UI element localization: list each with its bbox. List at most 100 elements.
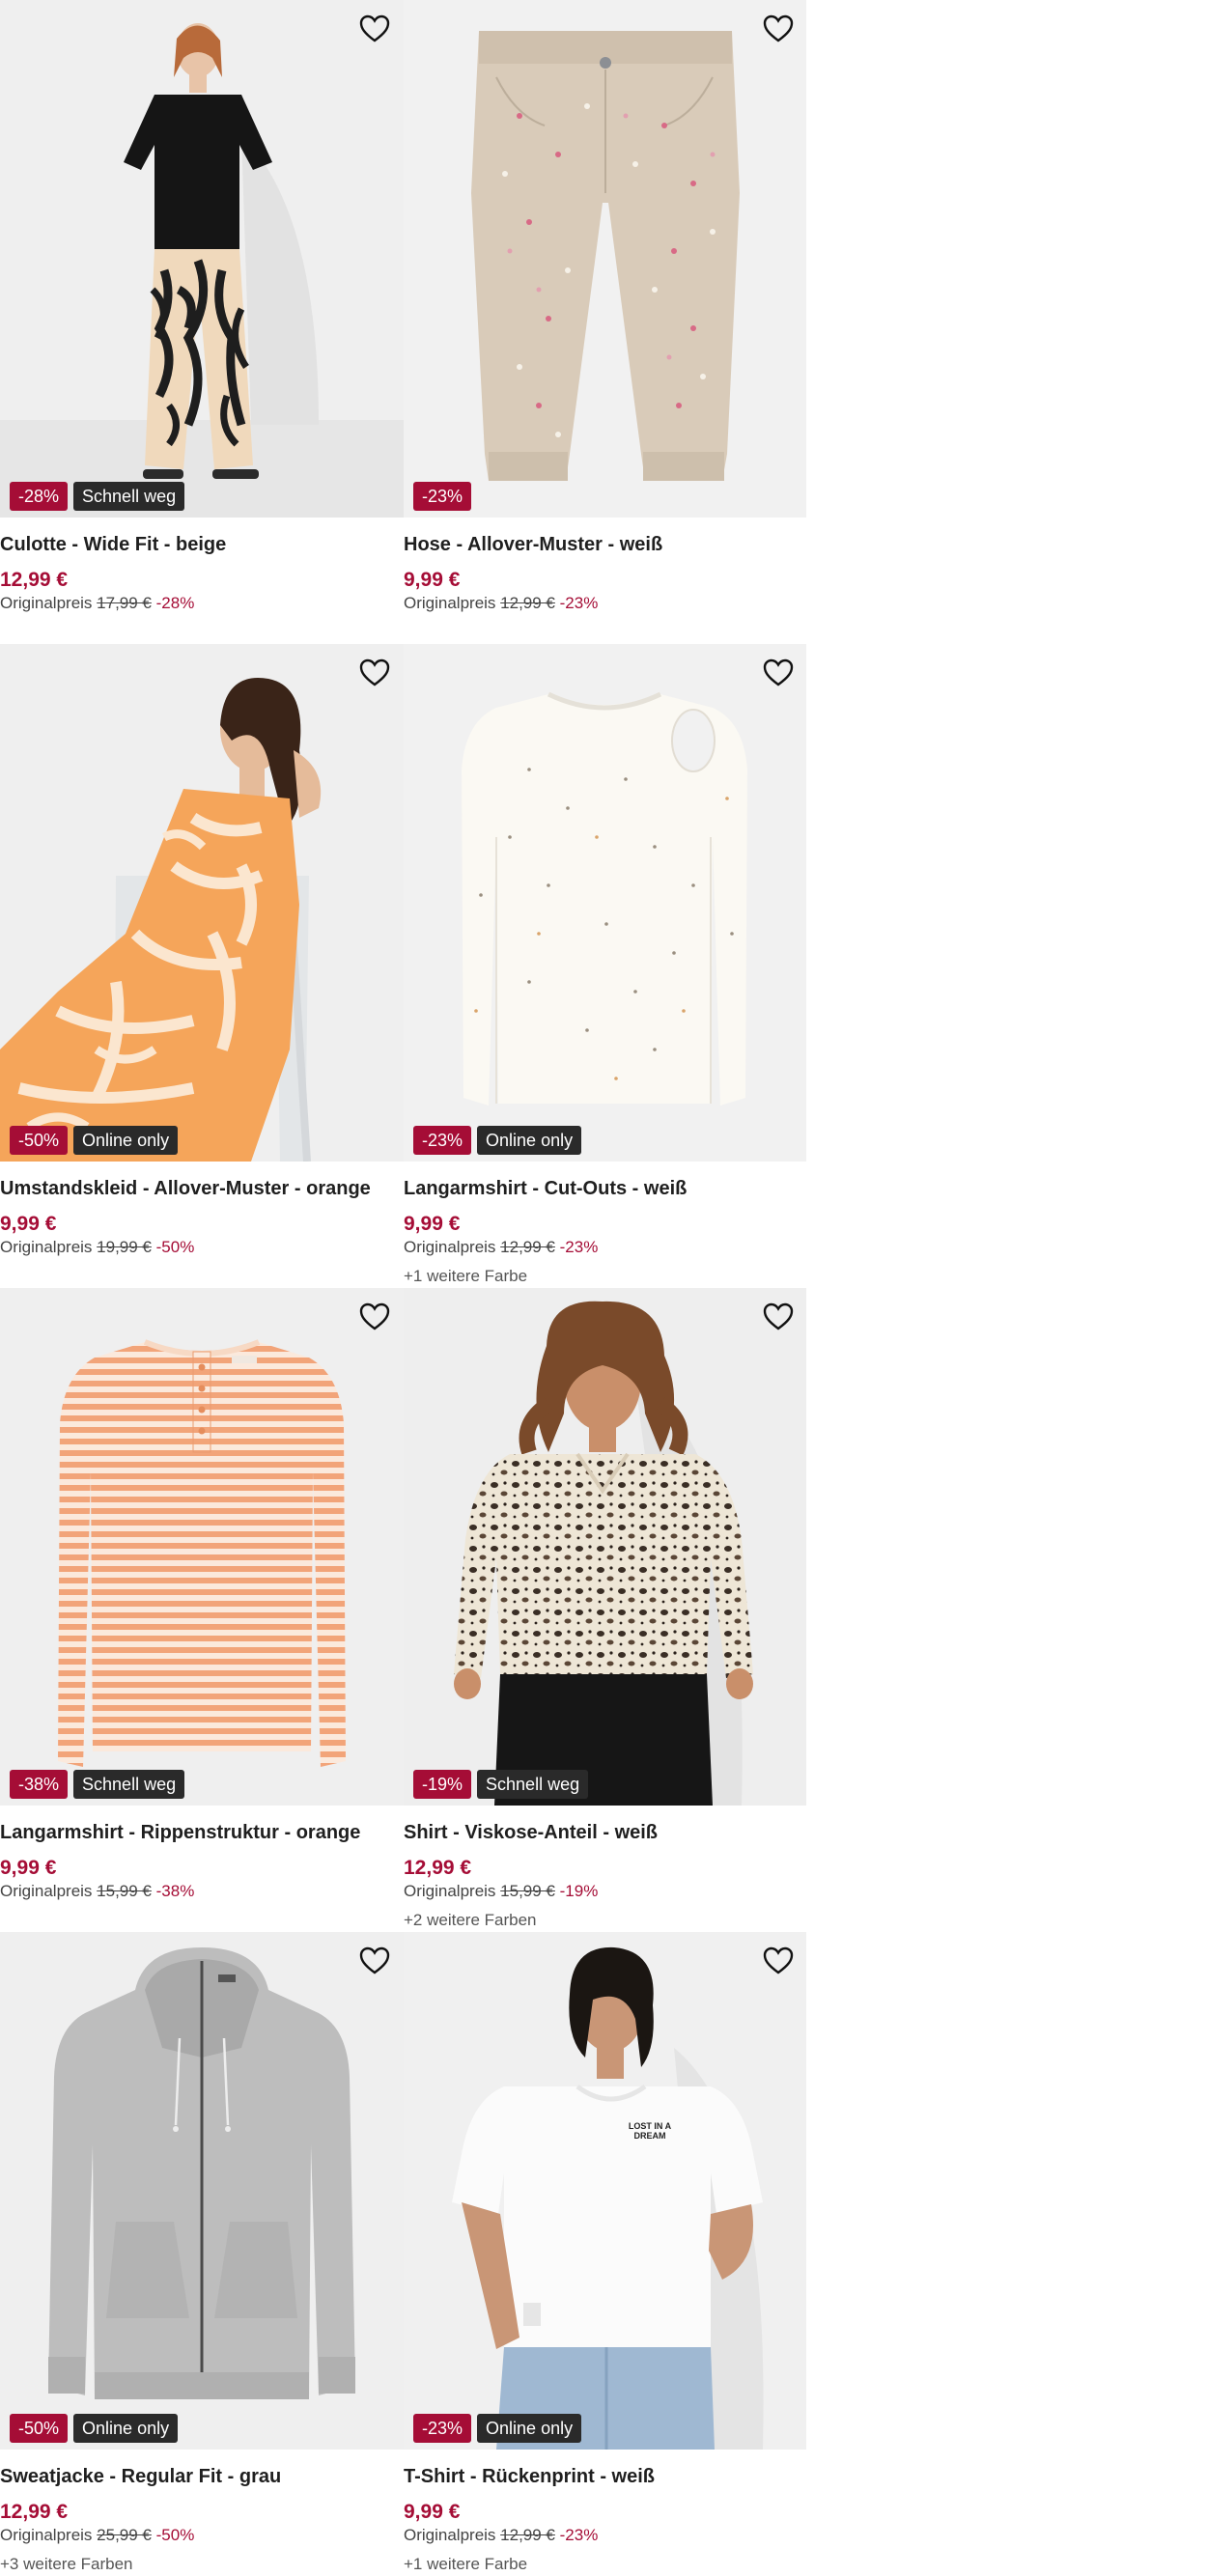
- product-card[interactable]: -50% Online only Umstandskleid - Allover…: [0, 644, 404, 1288]
- product-title[interactable]: Shirt - Viskose-Anteil - weiß: [404, 1822, 658, 1844]
- product-card[interactable]: -23% Online only Langarmshirt - Cut-Outs…: [404, 644, 807, 1288]
- original-price-line: Originalpreis 12,99 € -23%: [404, 594, 598, 613]
- discount-badge: -23%: [413, 2414, 472, 2443]
- original-price-line: Originalpreis 17,99 € -28%: [0, 594, 194, 613]
- badge-row: -28% Schnell weg: [10, 482, 185, 511]
- original-price-line: Originalpreis 25,99 € -50%: [0, 2526, 194, 2545]
- badge-row: -23%: [413, 482, 472, 511]
- product-title[interactable]: Culotte - Wide Fit - beige: [0, 534, 226, 556]
- original-price: 19,99 €: [97, 1238, 152, 1256]
- original-price-line: Originalpreis 19,99 € -50%: [0, 1238, 194, 1257]
- product-card[interactable]: -38% Schnell weg Langarmshirt - Rippenst…: [0, 1288, 404, 1932]
- original-price: 12,99 €: [500, 2526, 555, 2544]
- tag-badge: Schnell weg: [477, 1770, 589, 1799]
- original-price-label: Originalpreis: [0, 1882, 93, 1900]
- original-price: 17,99 €: [97, 594, 152, 612]
- original-price: 25,99 €: [97, 2526, 152, 2544]
- discount-percent: -38%: [155, 1882, 195, 1900]
- wishlist-heart-icon[interactable]: [357, 656, 392, 690]
- discount-percent: -50%: [155, 1238, 195, 1256]
- original-price-label: Originalpreis: [0, 2526, 93, 2544]
- discount-badge: -23%: [413, 1126, 472, 1155]
- product-price: 9,99 €: [404, 1213, 461, 1235]
- product-image[interactable]: [0, 1288, 404, 1806]
- product-card[interactable]: -19% Schnell weg Shirt - Viskose-Anteil …: [404, 1288, 807, 1932]
- product-price: 9,99 €: [0, 1213, 57, 1235]
- tag-badge: Schnell weg: [73, 1770, 185, 1799]
- discount-badge: -28%: [10, 482, 69, 511]
- product-price: 9,99 €: [404, 2501, 461, 2523]
- product-title[interactable]: Langarmshirt - Cut-Outs - weiß: [404, 1178, 687, 1200]
- original-price: 15,99 €: [97, 1882, 152, 1900]
- original-price-label: Originalpreis: [404, 2526, 496, 2544]
- print-text: LOST IN A DREAM: [628, 2121, 672, 2141]
- product-image[interactable]: [404, 1288, 806, 1806]
- product-price: 12,99 €: [0, 2501, 69, 2523]
- product-image[interactable]: [0, 1932, 404, 2450]
- product-card[interactable]: LOST IN A DREAM -23% Online only T-Shirt…: [404, 1932, 807, 2576]
- badge-row: -19% Schnell weg: [413, 1770, 589, 1799]
- badge-row: -50% Online only: [10, 2414, 179, 2443]
- discount-badge: -50%: [10, 2414, 69, 2443]
- tag-badge: Online only: [477, 2414, 582, 2443]
- discount-percent: -23%: [559, 594, 599, 612]
- product-card[interactable]: -23% Hose - Allover-Muster - weiß 9,99 €…: [404, 0, 807, 644]
- product-image[interactable]: [404, 644, 806, 1162]
- product-price: 12,99 €: [0, 569, 69, 591]
- discount-percent: -50%: [155, 2526, 195, 2544]
- discount-badge: -23%: [413, 482, 472, 511]
- more-colors-link[interactable]: +2 weitere Farben: [404, 1911, 537, 1930]
- wishlist-heart-icon[interactable]: [761, 1944, 796, 1978]
- wishlist-heart-icon[interactable]: [761, 656, 796, 690]
- original-price: 15,99 €: [500, 1882, 555, 1900]
- more-colors-link[interactable]: +3 weitere Farben: [0, 2555, 133, 2574]
- product-price: 12,99 €: [404, 1857, 472, 1879]
- original-price-label: Originalpreis: [404, 1238, 496, 1256]
- product-title[interactable]: T-Shirt - Rückenprint - weiß: [404, 2466, 655, 2488]
- tag-badge: Online only: [73, 1126, 179, 1155]
- original-price-line: Originalpreis 12,99 € -23%: [404, 2526, 598, 2545]
- discount-badge: -19%: [413, 1770, 472, 1799]
- discount-percent: -28%: [155, 594, 195, 612]
- wishlist-heart-icon[interactable]: [761, 12, 796, 46]
- product-image[interactable]: [0, 0, 404, 518]
- wishlist-heart-icon[interactable]: [357, 12, 392, 46]
- wishlist-heart-icon[interactable]: [357, 1944, 392, 1978]
- original-price: 12,99 €: [500, 1238, 555, 1256]
- product-card[interactable]: -50% Online only Sweatjacke - Regular Fi…: [0, 1932, 404, 2576]
- wishlist-heart-icon[interactable]: [357, 1300, 392, 1334]
- tag-badge: Schnell weg: [73, 482, 185, 511]
- original-price-line: Originalpreis 15,99 € -19%: [404, 1882, 598, 1901]
- product-title[interactable]: Sweatjacke - Regular Fit - grau: [0, 2466, 281, 2488]
- tag-badge: Online only: [477, 1126, 582, 1155]
- discount-percent: -23%: [559, 1238, 599, 1256]
- badge-row: -50% Online only: [10, 1126, 179, 1155]
- tag-badge: Online only: [73, 2414, 179, 2443]
- badge-row: -38% Schnell weg: [10, 1770, 185, 1799]
- original-price-label: Originalpreis: [404, 1882, 496, 1900]
- product-title[interactable]: Langarmshirt - Rippenstruktur - orange: [0, 1822, 360, 1844]
- more-colors-link[interactable]: +1 weitere Farbe: [404, 1267, 527, 1286]
- product-grid: -28% Schnell weg Culotte - Wide Fit - be…: [0, 0, 807, 2576]
- product-title[interactable]: Umstandskleid - Allover-Muster - orange: [0, 1178, 371, 1200]
- product-price: 9,99 €: [404, 569, 461, 591]
- original-price: 12,99 €: [500, 594, 555, 612]
- badge-row: -23% Online only: [413, 1126, 582, 1155]
- original-price-label: Originalpreis: [404, 594, 496, 612]
- product-title[interactable]: Hose - Allover-Muster - weiß: [404, 534, 662, 556]
- discount-percent: -23%: [559, 2526, 599, 2544]
- product-card[interactable]: -28% Schnell weg Culotte - Wide Fit - be…: [0, 0, 404, 644]
- product-image[interactable]: [0, 644, 404, 1162]
- more-colors-link[interactable]: +1 weitere Farbe: [404, 2555, 527, 2574]
- wishlist-heart-icon[interactable]: [761, 1300, 796, 1334]
- original-price-line: Originalpreis 15,99 € -38%: [0, 1882, 194, 1901]
- discount-badge: -38%: [10, 1770, 69, 1799]
- discount-percent: -19%: [559, 1882, 599, 1900]
- product-image[interactable]: LOST IN A DREAM: [404, 1932, 806, 2450]
- product-image[interactable]: [404, 0, 806, 518]
- product-price: 9,99 €: [0, 1857, 57, 1879]
- original-price-label: Originalpreis: [0, 594, 93, 612]
- badge-row: -23% Online only: [413, 2414, 582, 2443]
- original-price-label: Originalpreis: [0, 1238, 93, 1256]
- discount-badge: -50%: [10, 1126, 69, 1155]
